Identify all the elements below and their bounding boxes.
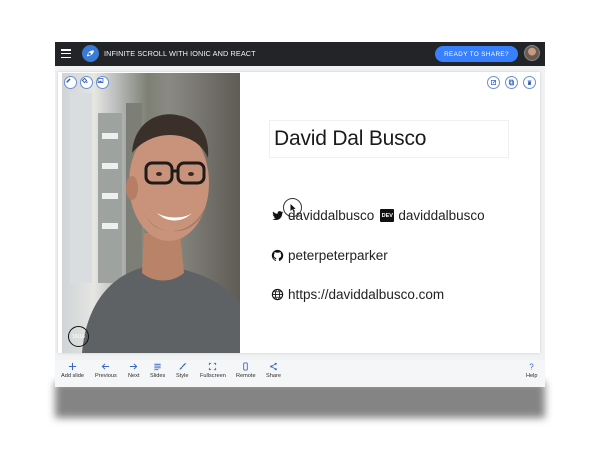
paint-bucket-icon [81,77,88,84]
dev-handle[interactable]: daviddalbusco [398,208,484,223]
expand-icon [209,362,217,371]
help-label: Help [526,373,538,379]
list-icon [154,363,161,371]
style-button[interactable]: Style [176,362,188,379]
portrait-image [70,93,240,353]
pencil-icon [66,78,71,83]
twitter-icon [271,209,284,222]
add-slide-label: Add slide [61,373,85,379]
deckdeckgo-logo-icon [86,50,95,57]
fullscreen-button[interactable]: Fullscreen [200,362,226,379]
window-shadow [55,382,545,418]
image-icon [97,78,104,83]
deck-title: INFINITE SCROLL WITH IONIC AND REACT [104,49,256,58]
ready-to-share-button[interactable]: READY TO SHARE? [435,46,518,62]
slides-button[interactable]: Slides [150,362,165,379]
social-row-twitter-dev: daviddalbusco DEV daviddalbusco [271,208,485,223]
edit-image-button[interactable] [64,76,77,89]
next-label: Next [128,373,140,379]
previous-button[interactable]: Previous [95,362,117,379]
app-logo[interactable] [82,45,99,62]
edit-notes-button[interactable] [487,76,500,89]
brush-icon [179,362,186,370]
arrow-left-icon [102,363,110,370]
remote-label: Remote [236,373,256,379]
author-name-field[interactable]: David Dal Busco [269,120,509,158]
edit-note-icon [491,80,496,85]
svg-text:?: ? [530,363,535,371]
slide-counter: 16/16 [68,326,89,347]
style-label: Style [176,373,189,379]
help-icon: ? [530,363,535,371]
fill-color-button[interactable] [80,76,93,89]
website-link[interactable]: https://daviddalbusco.com [288,287,444,302]
trash-icon [527,80,532,85]
share-label: Share [266,373,281,379]
github-handle[interactable]: peterpeterparker [288,248,388,263]
slide-card[interactable]: 16/16 David Dal Busco daviddalbusco DEV [58,72,540,353]
phone-icon [243,362,249,371]
twitter-handle[interactable]: daviddalbusco [288,208,374,223]
plus-icon [68,362,77,371]
next-button[interactable]: Next [128,362,140,379]
arrow-right-icon [130,363,138,370]
bottom-toolbar: Add slide Previous Next Slides Style Ful… [55,360,545,387]
remote-button[interactable]: Remote [236,362,256,379]
user-avatar[interactable] [524,45,540,61]
share-icon [270,362,277,371]
slides-label: Slides [150,373,166,379]
copy-slide-button[interactable] [505,76,518,89]
app-window: INFINITE SCROLL WITH IONIC AND REACT REA… [55,42,545,387]
delete-slide-button[interactable] [523,76,536,89]
top-bar: INFINITE SCROLL WITH IONIC AND REACT REA… [55,42,545,66]
copy-icon [508,79,514,86]
share-button[interactable]: Share [266,362,281,379]
globe-icon [271,288,284,301]
fullscreen-label: Fullscreen [200,373,226,379]
previous-label: Previous [95,373,117,379]
image-button[interactable] [96,76,109,89]
menu-icon[interactable] [61,49,71,59]
social-row-website: https://daviddalbusco.com [271,287,444,302]
author-name: David Dal Busco [274,127,427,150]
social-row-github: peterpeterparker [271,248,388,263]
profile-photo[interactable]: 16/16 [62,73,240,353]
add-slide-button[interactable]: Add slide [61,362,84,379]
github-icon [271,249,284,262]
dev-icon: DEV [380,209,395,222]
help-button[interactable]: ? Help [526,362,538,379]
